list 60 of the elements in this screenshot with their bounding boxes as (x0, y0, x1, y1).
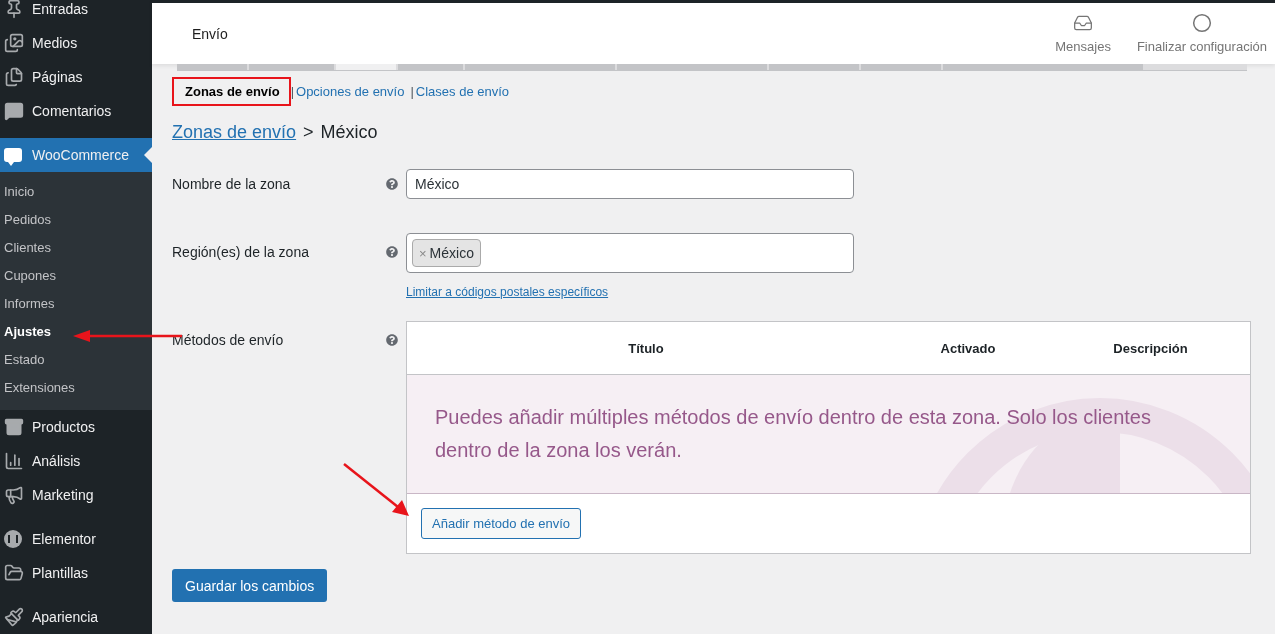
column-header: Activado (939, 340, 997, 356)
help-icon[interactable] (386, 334, 398, 346)
submenu-item[interactable]: Pedidos (0, 206, 53, 234)
input-field[interactable]: México (406, 169, 854, 199)
header-action[interactable]: Finalizar configuración (1136, 13, 1267, 54)
pages-icon (4, 67, 24, 87)
circle-icon (1191, 13, 1212, 33)
sidebar-item[interactable]: Marketing (0, 478, 152, 512)
sidebar-item[interactable]: Entradas (0, 0, 152, 26)
box-icon (4, 417, 24, 437)
pointer-notch-icon (144, 147, 152, 163)
breadcrumb-separator: > (303, 122, 314, 143)
add-method-button[interactable]: Añadir método de envío (421, 508, 582, 539)
postcode-link[interactable]: Limitar a códigos postales específicos (406, 285, 1249, 299)
help-icon[interactable] (386, 246, 398, 258)
sidebar-item[interactable]: Apariencia (0, 600, 152, 634)
submenu-item[interactable]: Informes (0, 290, 57, 318)
empty-message: Puedes añadir múltiples métodos de envío dentro de esta zona. Solo los clientes dentro de la zona los verán. (435, 405, 1152, 463)
sidebar-item[interactable]: WooCommerce (0, 138, 152, 172)
sidebar-item[interactable]: Plantillas (0, 556, 152, 590)
tag-label: México (429, 245, 474, 261)
subnav-link[interactable]: Zonas de envío (185, 84, 280, 99)
speech-bubble-icon (4, 101, 24, 121)
sidebar-item[interactable]: Comentarios (0, 94, 152, 128)
column-header: Descripción (1112, 340, 1189, 356)
inbox-icon (1073, 13, 1094, 33)
submenu-item[interactable]: Extensiones (0, 374, 77, 402)
header-action[interactable]: Mensajes (1055, 13, 1111, 54)
sidebar-item[interactable]: Elementor (0, 522, 152, 556)
submenu-item[interactable]: Estado (0, 346, 47, 374)
field-label: Región(es) de la zona (172, 243, 310, 260)
column-header: Título (627, 340, 665, 356)
breadcrumb-link[interactable]: Zonas de envío (172, 122, 297, 143)
help-icon[interactable] (386, 178, 398, 190)
sidebar-item[interactable]: Análisis (0, 444, 152, 478)
save-button[interactable]: Guardar los cambios (172, 569, 328, 602)
sidebar-item[interactable]: Medios (0, 26, 152, 60)
breadcrumb-current: México (320, 122, 378, 143)
submenu-item[interactable]: Inicio (0, 178, 37, 206)
elementor-circle-icon (4, 530, 22, 548)
separator: | (410, 84, 414, 99)
subnav-link[interactable]: Clases de envío (415, 84, 510, 99)
separator: | (290, 84, 295, 99)
bar-chart-icon (4, 451, 24, 471)
paintbrush-icon (4, 607, 24, 627)
sidebar-item[interactable]: Productos (0, 410, 152, 444)
sidebar-item[interactable]: Páginas (0, 60, 152, 94)
folder-icon (4, 563, 24, 583)
submenu-item[interactable]: Cupones (0, 262, 59, 290)
subnav-link[interactable]: Opciones de envío (296, 84, 405, 99)
megaphone-icon (4, 485, 24, 505)
field-label: Nombre de la zona (172, 175, 292, 192)
annotation-arrow (342, 462, 412, 518)
images-icon (4, 33, 24, 53)
region-select-field[interactable]: × México (406, 233, 854, 273)
field-label: Métodos de envío (172, 331, 285, 348)
page-title: Envío (192, 25, 228, 42)
submenu-item[interactable]: Ajustes (0, 318, 53, 346)
submenu-item[interactable]: Clientes (0, 234, 53, 262)
pushpin-icon (4, 0, 24, 19)
